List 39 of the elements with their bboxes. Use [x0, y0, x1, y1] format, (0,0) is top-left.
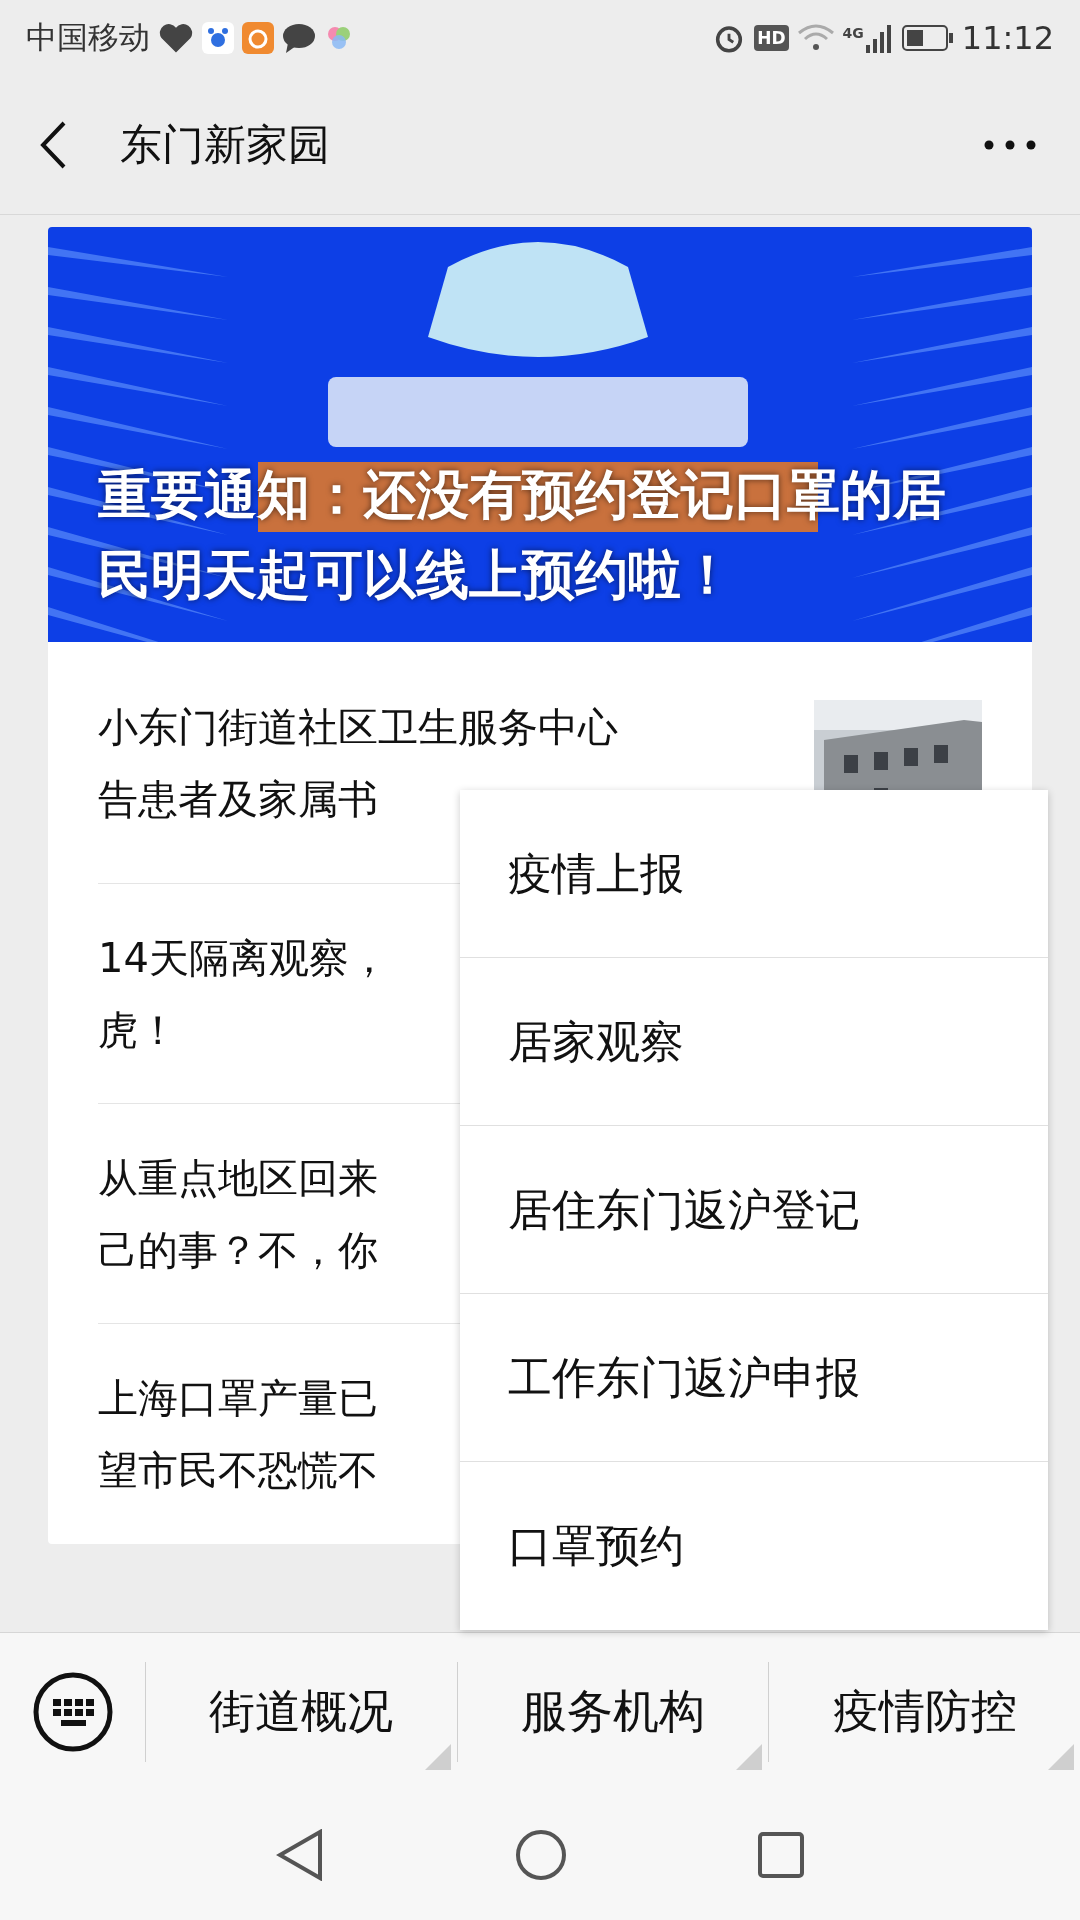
article-title[interactable]: 己的事？不，你	[98, 1213, 378, 1286]
square-recents-icon	[758, 1832, 805, 1878]
article-title[interactable]: 望市民不恐慌不	[98, 1434, 378, 1506]
article-title[interactable]: 告患者及家属书	[98, 762, 378, 835]
clock-time: 11:12	[961, 17, 1054, 59]
hd-badge: HD	[754, 24, 789, 51]
popup-menu-item[interactable]: 工作东门返沪申报	[460, 1294, 1048, 1462]
chat-bubble-icon	[282, 22, 316, 53]
menu-tab[interactable]: 疫情防控	[769, 1633, 1080, 1790]
corner-triangle-icon	[424, 1744, 451, 1770]
corner-triangle-icon	[736, 1744, 763, 1770]
article-title[interactable]: 虎！	[98, 993, 178, 1066]
article-title[interactable]: 小东门街道社区卫生服务中心	[98, 690, 618, 763]
article-title[interactable]: 从重点地区回来	[98, 1141, 378, 1214]
keyboard-icon	[32, 1671, 113, 1752]
more-icon	[984, 139, 1036, 150]
menu-tab[interactable]: 街道概况	[146, 1633, 457, 1790]
carrier-name: 中国移动	[26, 18, 150, 58]
circle-home-icon	[515, 1829, 567, 1881]
paw-app-icon	[202, 21, 234, 54]
corner-triangle-icon	[1048, 1744, 1074, 1770]
heart-icon	[158, 21, 194, 54]
home-nav-button[interactable]	[515, 1829, 567, 1881]
battery-icon	[901, 24, 954, 51]
popup-menu-item[interactable]: 居住东门返沪登记	[460, 1126, 1048, 1294]
network-type: 4G	[842, 23, 864, 43]
popup-menu-item[interactable]: 居家观察	[460, 958, 1048, 1126]
triangle-back-icon	[275, 1829, 324, 1881]
menu-tab[interactable]: 服务机构	[457, 1633, 769, 1790]
article-title[interactable]: 上海口罩产量已	[98, 1362, 378, 1434]
back-nav-button[interactable]	[275, 1829, 324, 1881]
article-title[interactable]: 14天隔离观察，	[98, 921, 389, 994]
signal-icon	[865, 22, 894, 53]
popup-menu-item[interactable]: 口罩预约	[460, 1462, 1048, 1630]
page-title: 东门新家园	[120, 119, 330, 171]
wifi-icon	[796, 22, 835, 53]
back-icon	[40, 120, 66, 169]
popup-menu-item[interactable]: 疫情上报	[460, 790, 1048, 958]
recents-nav-button[interactable]	[758, 1832, 805, 1878]
